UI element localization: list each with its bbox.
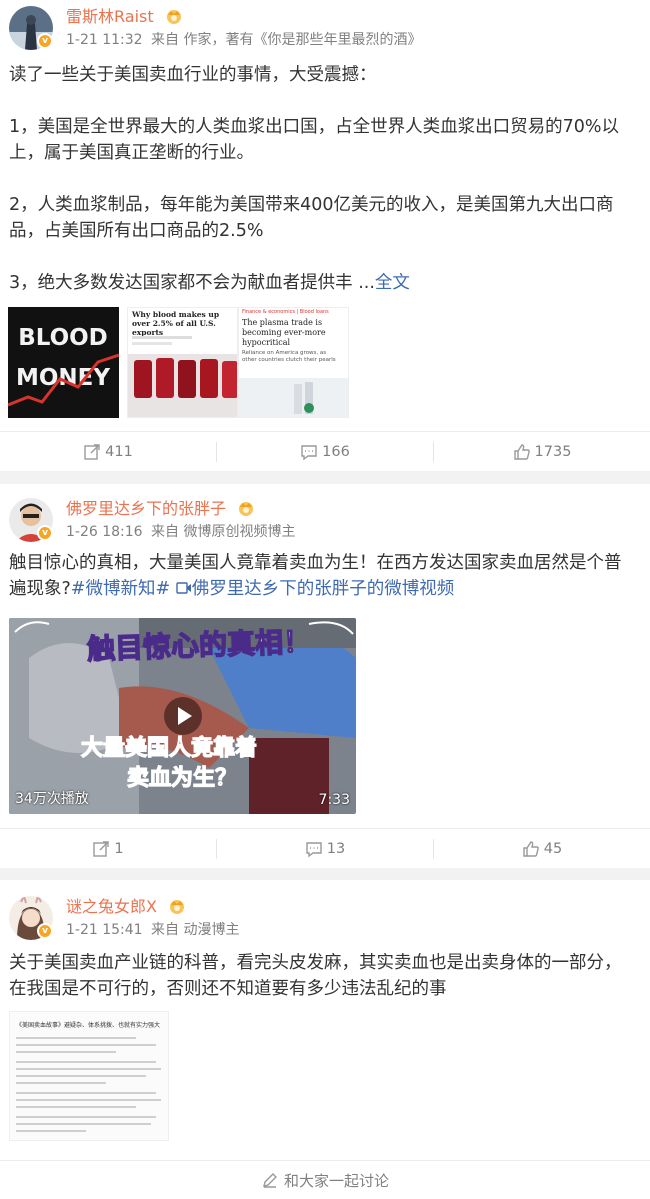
text-paragraph: 1，美国是全世界最大的人类血浆出口国，占全世界人类血浆出口贸易的70%以上，属于…: [9, 117, 620, 163]
post-card: v 雷斯林Raist 1-21 11:32 来自 作家，著有《你是那些年里最烈的…: [0, 0, 650, 471]
post-header: v 佛罗里达乡下的张胖子 1-26 18:16 来自 微博原创视频博主: [0, 492, 650, 550]
post-time[interactable]: 1-21 15:41: [66, 922, 143, 938]
like-count: 1735: [534, 444, 572, 460]
pencil-icon: [263, 1173, 277, 1188]
thumbnail-subheadline: Reliance on America grows, as other coun…: [242, 350, 336, 363]
video-icon: [176, 582, 191, 594]
post-header: v 谜之兔女郎X 1-21 15:41 来自 动漫博主: [0, 890, 650, 948]
thumbnail-headline: Why blood makes up over 2.5% of all U.S.…: [132, 310, 220, 337]
text-paragraph: 3，绝大多数发达国家都不会为献血者提供丰 ...全文: [9, 270, 638, 296]
video-caption-middle: 大量美国人竟靠着: [80, 735, 258, 761]
post-actions: 411 166 1735: [0, 431, 650, 471]
post-meta: 1-21 15:41 来自 动漫博主: [66, 920, 243, 940]
comment-icon: [301, 445, 317, 461]
document-lines: [16, 1037, 161, 1132]
image-thumbnail-3[interactable]: Finance & economics | Blood loans The pl…: [238, 307, 349, 418]
video-link-text[interactable]: 佛罗里达乡下的张胖子的微博视频: [192, 579, 455, 599]
like-button[interactable]: 1735: [434, 432, 650, 472]
post-text: 读了一些关于美国卖血行业的事情，大受震撼： 1，美国是全世界最大的人类血浆出口国…: [9, 62, 638, 296]
text-paragraph: 读了一些关于美国卖血行业的事情，大受震撼：: [9, 65, 377, 85]
share-count: 411: [105, 444, 133, 460]
thumbnail-kicker: Finance & economics | Blood loans: [242, 309, 329, 315]
image-thumbnail-1[interactable]: BLOOD MONEY: [8, 307, 119, 418]
comment-button[interactable]: 166: [217, 432, 433, 472]
video-caption-bottom: 卖血为生？: [126, 765, 238, 791]
poster-line-1: BLOOD: [18, 325, 108, 351]
thumbnail-headline: The plasma trade is becoming ever-more h…: [242, 318, 326, 347]
share-icon: [93, 841, 110, 857]
discuss-button[interactable]: 和大家一起讨论: [0, 1160, 650, 1199]
post-meta: 1-21 11:32 来自 作家，著有《你是那些年里最烈的酒》: [66, 30, 425, 50]
document-title: 《美国卖血故事》避疑杂、体系挑拨、也就有实力强大: [16, 1022, 161, 1029]
full-text-link[interactable]: 全文: [375, 273, 410, 293]
poster-line-2: MONEY: [16, 365, 110, 391]
post-header: v 雷斯林Raist 1-21 11:32 来自 作家，著有《你是那些年里最烈的…: [0, 0, 650, 58]
verified-badge-icon: v: [37, 33, 53, 49]
post-time[interactable]: 1-26 18:16: [66, 524, 143, 540]
post-source: 来自 作家，著有《你是那些年里最烈的酒》: [151, 32, 422, 48]
post-time[interactable]: 1-21 11:32: [66, 32, 143, 48]
post-meta: 1-26 18:16 来自 微博原创视频博主: [66, 522, 299, 542]
like-button[interactable]: 45: [434, 829, 650, 869]
hashtag-link[interactable]: #微博新知#: [71, 579, 170, 599]
blood-money-poster: BLOOD MONEY: [8, 307, 119, 418]
share-count: 1: [114, 841, 124, 857]
like-icon: [523, 841, 539, 857]
username[interactable]: 谜之兔女郎X: [66, 896, 188, 918]
post-actions: 1 13 45: [0, 828, 650, 868]
text-truncated: 3，绝大多数发达国家都不会为献血者提供丰 ...: [9, 273, 375, 293]
username[interactable]: 佛罗里达乡下的张胖子: [66, 498, 257, 520]
crown-icon: [166, 10, 181, 24]
like-icon: [513, 444, 530, 460]
username-text[interactable]: 雷斯林Raist: [66, 7, 154, 26]
share-button[interactable]: 411: [0, 432, 216, 472]
comment-count: 166: [322, 444, 350, 460]
post-card: v 谜之兔女郎X 1-21 15:41 来自 动漫博主 关于美国卖血产业链的科普…: [0, 880, 650, 1199]
text-paragraph: 触目惊心的真相，大量美国人竟靠着卖血为生！在西方发达国家卖血居然是个普遍现象?#…: [9, 550, 638, 602]
share-icon: [84, 444, 100, 460]
text-paragraph: 2，人类血浆制品，每年能为美国带来400亿美元的收入，是美国第九大出口商品，占美…: [9, 195, 614, 241]
video-play-count: 34万次播放: [15, 791, 89, 807]
image-thumbnail-document[interactable]: 《美国卖血故事》避疑杂、体系挑拨、也就有实力强大: [9, 1011, 169, 1141]
comment-count: 13: [326, 841, 346, 857]
post-text: 关于美国卖血产业链的科普，看完头皮发麻，其实卖血也是出卖身体的一部分，在我国是不…: [9, 950, 638, 1002]
video-player[interactable]: 触目惊心的真相！ 大量美国人竟靠着 卖血为生？ 34万次播放 7:33: [9, 618, 356, 814]
post-card: v 佛罗里达乡下的张胖子 1-26 18:16 来自 微博原创视频博主 触目惊心…: [0, 484, 650, 868]
comment-button[interactable]: 13: [217, 829, 433, 869]
post-text: 触目惊心的真相，大量美国人竟靠着卖血为生！在西方发达国家卖血居然是个普遍现象?#…: [9, 550, 638, 602]
username[interactable]: 雷斯林Raist: [66, 6, 185, 28]
share-button[interactable]: 1: [0, 829, 216, 869]
text-paragraph: 关于美国卖血产业链的科普，看完头皮发麻，其实卖血也是出卖身体的一部分，在我国是不…: [9, 953, 622, 999]
comment-icon: [306, 842, 322, 858]
discuss-label[interactable]: 和大家一起讨论: [284, 1170, 389, 1191]
username-text[interactable]: 谜之兔女郎X: [66, 897, 157, 916]
post-source: 来自 动漫博主: [151, 922, 240, 938]
crown-icon: [170, 900, 185, 914]
verified-badge-icon: v: [37, 923, 53, 939]
like-count: 45: [543, 841, 563, 857]
image-thumbnail-2[interactable]: Why blood makes up over 2.5% of all U.S.…: [127, 307, 238, 418]
post-source: 来自 微博原创视频博主: [151, 524, 296, 540]
video-link[interactable]: 佛罗里达乡下的张胖子的微博视频: [176, 579, 455, 599]
crown-icon: [239, 502, 254, 516]
username-text[interactable]: 佛罗里达乡下的张胖子: [66, 499, 226, 518]
play-icon[interactable]: [164, 697, 202, 735]
video-duration: 7:33: [318, 792, 350, 808]
verified-badge-icon: v: [37, 525, 53, 541]
video-caption-top: 触目惊心的真相！: [86, 624, 313, 666]
